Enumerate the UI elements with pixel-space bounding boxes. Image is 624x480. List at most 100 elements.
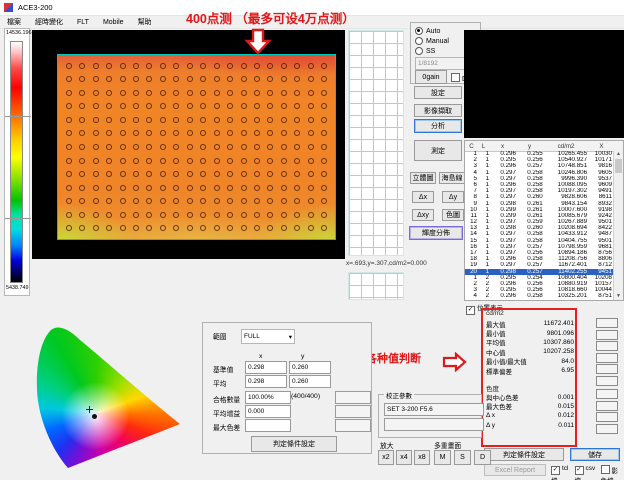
image-capture-button[interactable]: 影像擷取	[414, 104, 462, 117]
menu-item[interactable]: Mobile	[96, 19, 131, 26]
measure-dot	[308, 144, 314, 150]
judge-flag-box[interactable]	[596, 389, 618, 399]
calibration-value-field[interactable]: SET 3-200 F5.6	[384, 403, 484, 416]
annotation-right-arrow-icon	[442, 352, 468, 372]
file-type-checkbox[interactable]: csv檔	[575, 465, 596, 480]
measure-dot	[146, 212, 152, 218]
judge-flag-box[interactable]	[596, 353, 618, 363]
measure-dot	[294, 76, 300, 82]
measure-dot	[227, 117, 233, 123]
luminance-dist-button[interactable]: 輝度分佈	[409, 226, 463, 240]
zoom-x4-button[interactable]: x4	[396, 450, 412, 465]
measure-dot	[187, 130, 193, 136]
judge-flag-box[interactable]	[596, 341, 618, 351]
menu-item[interactable]: 經時變化	[28, 17, 70, 27]
measure-dot	[120, 76, 126, 82]
measure-dot	[241, 103, 247, 109]
file-type-checkbox[interactable]: 影像檔	[601, 465, 624, 480]
measure-dot	[281, 130, 287, 136]
calibration-extra-field[interactable]	[384, 418, 484, 431]
judge-flag-box[interactable]	[596, 412, 618, 422]
settings-button[interactable]: 設定	[414, 86, 462, 99]
measure-dot	[267, 117, 273, 123]
file-type-checkbox[interactable]: tcl檔	[551, 465, 570, 480]
avg-gain-field[interactable]: 0.000	[245, 405, 291, 418]
luminance-heatmap[interactable]	[32, 30, 345, 259]
delta-x-button[interactable]: Δx	[412, 191, 434, 203]
range-select[interactable]: FULL ▾	[241, 329, 295, 344]
average-x-field[interactable]: 0.298	[245, 375, 287, 388]
menu-item[interactable]: 檔案	[0, 17, 28, 27]
measure-button[interactable]: 測定	[414, 140, 462, 161]
multiview-s-button[interactable]: S	[454, 450, 471, 465]
multiview-d-button[interactable]: D	[474, 450, 491, 465]
measure-dot	[133, 117, 139, 123]
delta-y-button[interactable]: Δy	[442, 191, 464, 203]
measure-dot	[173, 76, 179, 82]
radio-auto-icon	[415, 27, 423, 35]
reference-y-field[interactable]: 0.260	[289, 361, 331, 374]
scroll-thumb[interactable]	[615, 159, 622, 173]
cie-chromaticity-diagram[interactable]	[30, 318, 198, 476]
judge-flag-box[interactable]	[596, 318, 618, 328]
measure-dot	[214, 130, 220, 136]
reference-x-field[interactable]: 0.298	[245, 361, 287, 374]
multiview-m-button[interactable]: M	[434, 450, 451, 465]
contour-button[interactable]: 海島線	[439, 172, 465, 184]
measure-dot	[294, 130, 300, 136]
measure-dot	[227, 63, 233, 69]
colorbar-gradient	[10, 41, 23, 283]
judge-flag-box[interactable]	[596, 330, 618, 340]
colorbar-min: 5438.749	[6, 285, 28, 290]
measure-dot	[106, 130, 112, 136]
measure-dot	[227, 185, 233, 191]
measure-dot	[254, 103, 260, 109]
view-3d-button[interactable]: 立體圖	[410, 172, 436, 184]
average-y-field[interactable]: 0.260	[289, 375, 331, 388]
measure-dot	[160, 158, 166, 164]
judge-flag-box[interactable]	[596, 376, 618, 386]
measure-dot	[173, 158, 179, 164]
measure-dot	[254, 76, 260, 82]
measure-dot	[106, 225, 112, 231]
scroll-up-icon[interactable]: ▲	[614, 151, 623, 158]
measure-dot	[106, 76, 112, 82]
measure-dot	[93, 117, 99, 123]
measure-dot	[227, 198, 233, 204]
zero-gain-button[interactable]: 0gain	[415, 70, 447, 84]
measure-table[interactable]: C L x y cd/m2 X 110.2960.25510265.455100…	[464, 140, 624, 301]
measure-dot	[214, 212, 220, 218]
table-scrollbar[interactable]: ▲ ▼	[613, 151, 623, 300]
excel-report-button[interactable]: Excel Report	[484, 464, 546, 476]
stats-chroma-checkboxes[interactable]	[596, 389, 618, 435]
judge-flag-box[interactable]	[596, 364, 618, 374]
measure-dot	[294, 185, 300, 191]
scroll-down-icon[interactable]: ▼	[614, 293, 623, 300]
measure-dot	[66, 130, 72, 136]
judge-flag-box[interactable]	[596, 424, 618, 434]
judge-flag-box[interactable]	[596, 401, 618, 411]
delta-xy-button[interactable]: Δxy	[412, 209, 434, 221]
judge-condition-button2[interactable]: 判定條件設定	[251, 436, 337, 452]
save-button[interactable]: 儲存	[570, 448, 620, 461]
range-label: 範圍	[213, 331, 227, 341]
menu-item[interactable]: FLT	[70, 19, 96, 26]
max-colordiff-field[interactable]	[245, 419, 291, 432]
measure-dot	[267, 185, 273, 191]
color-map-button[interactable]: 色圖	[442, 209, 464, 221]
stats-lum-checkboxes[interactable]	[596, 318, 618, 388]
judge-condition-button[interactable]: 判定條件設定	[484, 448, 564, 461]
measure-dot	[120, 103, 126, 109]
measure-dot	[120, 158, 126, 164]
measure-dot	[187, 185, 193, 191]
analyze-button[interactable]: 分析	[414, 119, 462, 133]
menu-item[interactable]: 幫助	[131, 17, 159, 27]
measure-dot	[227, 212, 233, 218]
table-row[interactable]: 520.2960.25810174.5649801	[465, 300, 614, 301]
zoom-x8-button[interactable]: x8	[414, 450, 430, 465]
zoom-x2-button[interactable]: x2	[378, 450, 394, 465]
measure-dot	[321, 103, 327, 109]
pass-percent-field[interactable]: 100.00%	[245, 391, 291, 404]
measure-dot	[214, 144, 220, 150]
measure-dot	[267, 198, 273, 204]
